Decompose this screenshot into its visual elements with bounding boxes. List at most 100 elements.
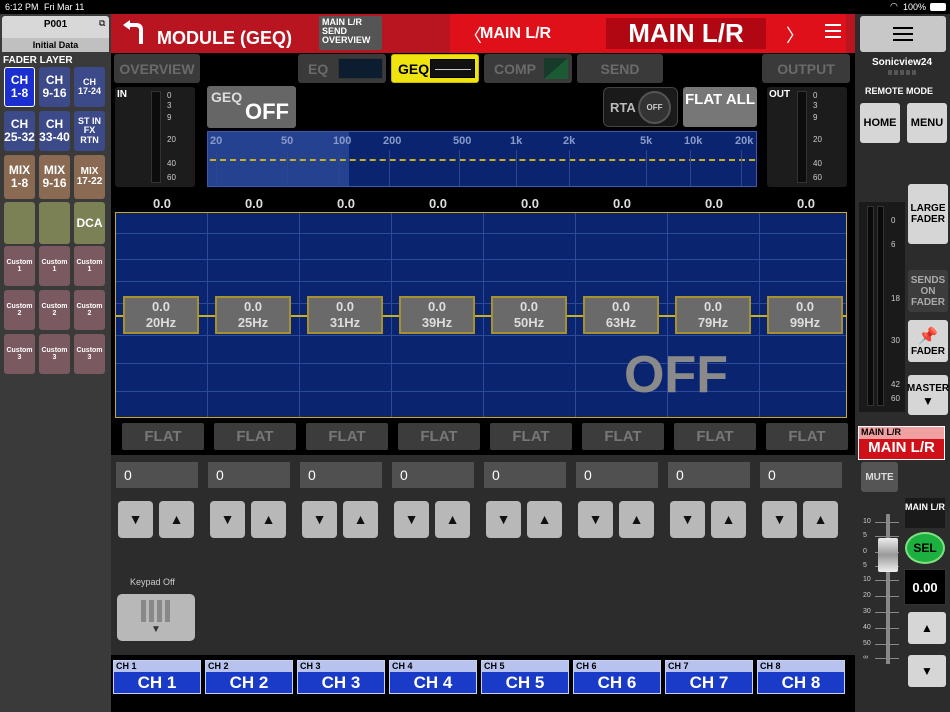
channel-label[interactable]: CH 8 CH 8 <box>757 660 845 694</box>
gain-up-button[interactable]: ▲ <box>159 501 194 538</box>
tab-geq[interactable]: GEQ <box>391 54 479 83</box>
master-fader[interactable]: 10 5 0 5 10 20 30 40 50 ∞ <box>859 506 903 671</box>
gain-up-button[interactable]: ▲ <box>435 501 470 538</box>
fader-layer-button[interactable]: ST IN FX RTN <box>74 111 105 151</box>
rta-button[interactable]: RTA OFF <box>603 87 678 127</box>
band-fader-handle[interactable]: 0.0 25Hz <box>215 296 291 334</box>
tab-overview[interactable]: OVERVIEW <box>114 54 200 83</box>
band-gain-input[interactable]: 0 <box>116 462 198 488</box>
sel-button[interactable]: SEL <box>905 532 945 564</box>
band-flat-button[interactable]: FLAT <box>214 423 296 450</box>
channel-label[interactable]: CH 1 CH 1 <box>113 660 201 694</box>
channel-label[interactable]: CH 6 CH 6 <box>573 660 661 694</box>
band-flat-button[interactable]: FLAT <box>582 423 664 450</box>
gain-up-button[interactable]: ▲ <box>527 501 562 538</box>
fader-layer-button[interactable]: Custom 1 <box>39 246 70 286</box>
gain-down-button[interactable]: ▼ <box>210 501 245 538</box>
band-gain-input[interactable]: 0 <box>392 462 474 488</box>
flat-all-button[interactable]: FLAT ALL <box>683 87 757 127</box>
gain-down-button[interactable]: ▼ <box>118 501 153 538</box>
fader-layer-button[interactable]: Custom 3 <box>74 334 105 374</box>
channel-label[interactable]: CH 2 CH 2 <box>205 660 293 694</box>
fader-layer-button[interactable]: CH 33-40 <box>39 111 70 151</box>
gain-up-button[interactable]: ▲ <box>711 501 746 538</box>
fader-layer-button[interactable]: CH 1-8 <box>4 67 35 107</box>
fader-layer-button[interactable]: Custom 3 <box>4 334 35 374</box>
band-gain-input[interactable]: 0 <box>208 462 290 488</box>
tab-output[interactable]: OUTPUT <box>762 54 850 83</box>
band-fader-handle[interactable]: 0.0 20Hz <box>123 296 199 334</box>
back-arrow-icon[interactable] <box>121 20 145 46</box>
fader-layer-button[interactable]: CH 9-16 <box>39 67 70 107</box>
fader-knob[interactable] <box>878 538 898 572</box>
fader-layer-button[interactable]: DCA <box>74 202 105 244</box>
band-flat-button[interactable]: FLAT <box>490 423 572 450</box>
gain-up-button[interactable]: ▲ <box>803 501 838 538</box>
send-overview-button[interactable]: MAIN L/R SEND OVERVIEW <box>319 16 382 50</box>
frequency-overview[interactable]: 20 50 100 200 500 1k 2k 5k 10k 20k <box>207 131 757 187</box>
geq-on-off-button[interactable]: GEQ OFF <box>207 86 296 128</box>
gain-up-button[interactable]: ▲ <box>251 501 286 538</box>
fader-layer-button[interactable]: MIX 1-8 <box>4 155 35 199</box>
master-button[interactable]: MASTER ▼ <box>907 375 949 415</box>
fader-layer-button[interactable]: CH 17-24 <box>74 67 105 107</box>
main-menu-button[interactable] <box>860 16 946 52</box>
menu-button[interactable]: MENU <box>907 103 947 143</box>
band-fader-handle[interactable]: 0.0 79Hz <box>675 296 751 334</box>
gain-up-button[interactable]: ▲ <box>343 501 378 538</box>
fader-layer-button[interactable]: MIX 9-16 <box>39 155 70 199</box>
keypad-button[interactable]: ▼ <box>117 594 195 641</box>
fader-layer-button[interactable]: Custom 3 <box>39 334 70 374</box>
gain-down-button[interactable]: ▼ <box>762 501 797 538</box>
channel-label[interactable]: CH 7 CH 7 <box>665 660 753 694</box>
fader-layer-button[interactable]: Custom 2 <box>4 290 35 330</box>
sends-on-fader-button[interactable]: SENDS ON FADER <box>908 270 948 312</box>
fader-down-button[interactable]: ▼ <box>908 655 946 687</box>
band-flat-button[interactable]: FLAT <box>674 423 756 450</box>
channel-label[interactable]: CH 3 CH 3 <box>297 660 385 694</box>
hamburger-menu-icon[interactable] <box>825 24 841 42</box>
fader-layer-button[interactable]: CH 25-32 <box>4 111 35 151</box>
tab-send[interactable]: SEND <box>577 54 663 83</box>
chevron-right-icon[interactable]: 〉 <box>786 22 804 48</box>
band-fader-handle[interactable]: 0.0 31Hz <box>307 296 383 334</box>
grid-horizontal-line <box>116 281 846 282</box>
fader-layer-button[interactable] <box>39 202 70 244</box>
band-gain-input[interactable]: 0 <box>760 462 842 488</box>
gain-down-button[interactable]: ▼ <box>578 501 613 538</box>
gain-down-button[interactable]: ▼ <box>486 501 521 538</box>
gain-down-button[interactable]: ▼ <box>302 501 337 538</box>
band-gain-input[interactable]: 0 <box>668 462 750 488</box>
band-flat-button[interactable]: FLAT <box>122 423 204 450</box>
mute-button[interactable]: MUTE <box>861 462 898 492</box>
band-gain-input[interactable]: 0 <box>300 462 382 488</box>
band-flat-button[interactable]: FLAT <box>766 423 848 450</box>
band-fader-handle[interactable]: 0.0 39Hz <box>399 296 475 334</box>
home-button[interactable]: HOME <box>860 103 900 143</box>
fader-pin-button[interactable]: 📌 FADER <box>908 320 948 362</box>
band-flat-button[interactable]: FLAT <box>306 423 388 450</box>
tab-eq[interactable]: EQ <box>298 54 386 83</box>
channel-label[interactable]: CH 4 CH 4 <box>389 660 477 694</box>
fader-layer-button[interactable] <box>4 202 35 244</box>
large-fader-button[interactable]: LARGE FADER <box>908 184 948 244</box>
band-gain-input[interactable]: 0 <box>576 462 658 488</box>
band-fader-handle[interactable]: 0.0 63Hz <box>583 296 659 334</box>
gain-up-button[interactable]: ▲ <box>619 501 654 538</box>
gain-down-button[interactable]: ▼ <box>670 501 705 538</box>
band-fader-handle[interactable]: 0.0 50Hz <box>491 296 567 334</box>
band-gain-input[interactable]: 0 <box>484 462 566 488</box>
scene-button[interactable]: P001 ⧉ Initial Data <box>2 16 109 52</box>
meter-scale-tick: 0 <box>813 91 818 100</box>
fader-layer-button[interactable]: Custom 2 <box>39 290 70 330</box>
band-fader-handle[interactable]: 0.0 99Hz <box>767 296 843 334</box>
band-flat-button[interactable]: FLAT <box>398 423 480 450</box>
fader-layer-button[interactable]: Custom 1 <box>74 246 105 286</box>
gain-down-button[interactable]: ▼ <box>394 501 429 538</box>
fader-up-button[interactable]: ▲ <box>908 612 946 644</box>
fader-layer-button[interactable]: MIX 17-22 <box>74 155 105 199</box>
tab-comp[interactable]: COMP <box>484 54 572 83</box>
channel-label[interactable]: CH 5 CH 5 <box>481 660 569 694</box>
fader-layer-button[interactable]: Custom 2 <box>74 290 105 330</box>
fader-layer-button[interactable]: Custom 1 <box>4 246 35 286</box>
